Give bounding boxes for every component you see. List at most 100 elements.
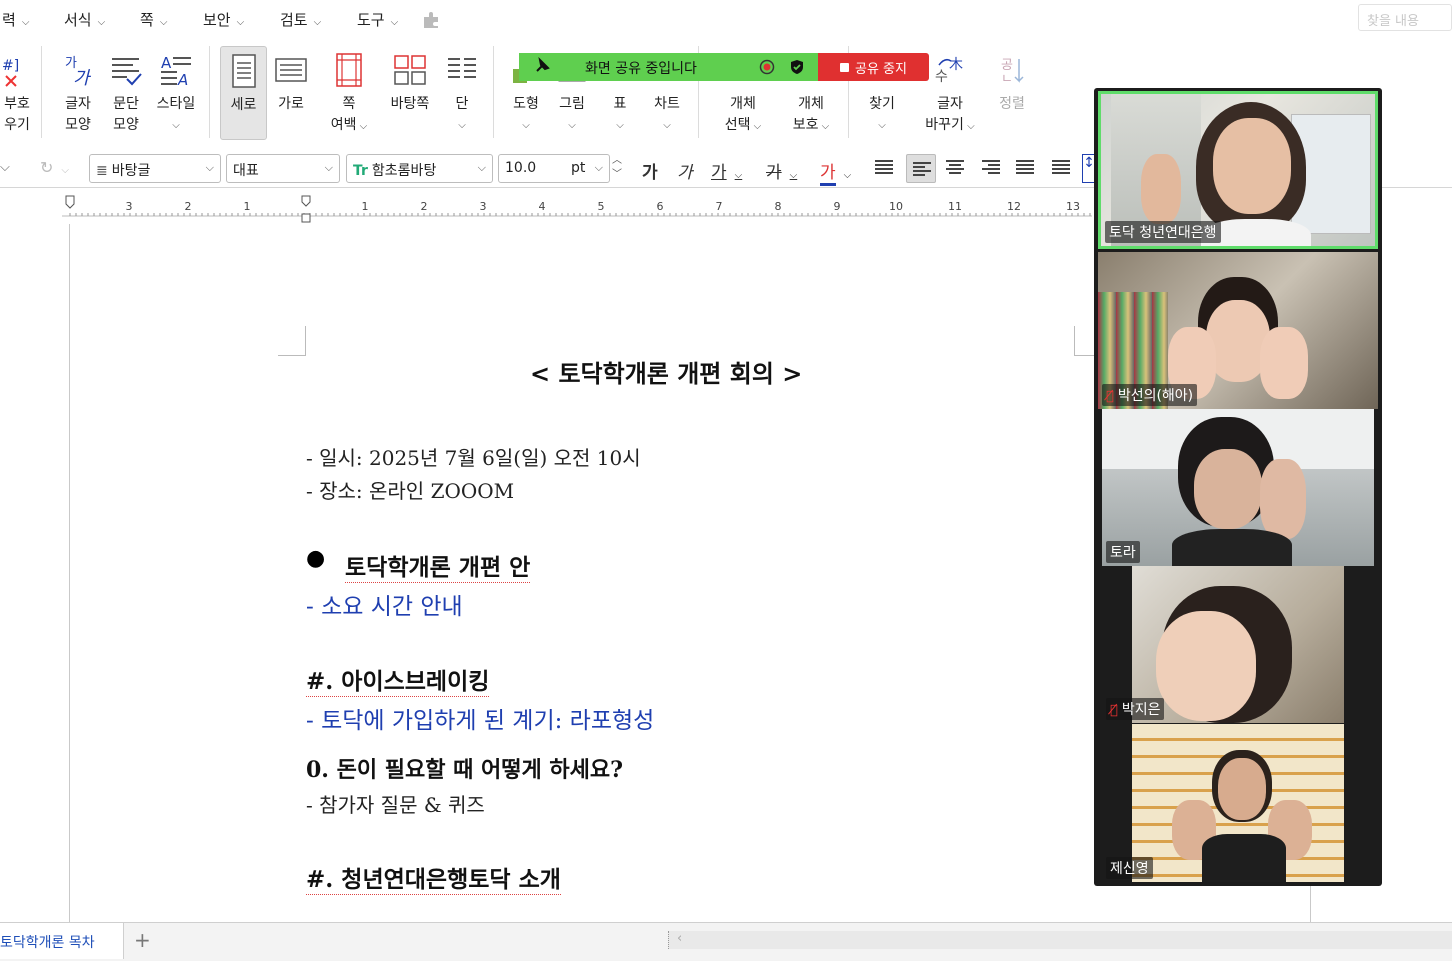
underline-button[interactable]: 가 ⌵ xyxy=(711,158,742,183)
undo-dropdown[interactable]: ⌵ xyxy=(0,160,10,175)
chevron-down-icon: ⌵ xyxy=(878,120,886,131)
document-title: < 토닥학개론 개편 회의 > xyxy=(530,359,803,388)
font-color-button[interactable]: 가 ⌵ xyxy=(820,158,851,186)
chevron-down-icon: ⌵ xyxy=(236,17,245,28)
ruler-tick-label: 6 xyxy=(657,200,664,213)
menu-security[interactable]: 보안 ⌵ xyxy=(203,9,244,30)
redo-icon[interactable]: ↻ ⌵ xyxy=(40,158,69,177)
question-heading: 0. 돈이 필요할 때 어떻게 하세요? xyxy=(306,757,624,783)
object-select-label-1: 개체 xyxy=(730,96,756,112)
page-margin-label-1: 쪽 xyxy=(342,96,356,112)
svg-text:공: 공 xyxy=(1001,58,1013,73)
participant-name: 🎙̸ 박지은 xyxy=(1106,698,1165,720)
ruler-tick-label: 2 xyxy=(421,200,428,213)
margin-corner-mark xyxy=(278,326,306,356)
find-input[interactable]: 찾을 내용 xyxy=(1358,4,1452,31)
chevron-down-icon: ⌵ xyxy=(477,161,486,174)
style-select[interactable]: ≣ 바탕글 ⌵ xyxy=(89,154,221,183)
page-margin-button[interactable]: 쪽 여백 ⌵ xyxy=(326,46,372,142)
video-tile[interactable]: 토라 xyxy=(1102,409,1374,566)
italic-button[interactable]: 가 xyxy=(677,158,693,183)
ruler-tick-label: 1 xyxy=(244,200,251,213)
sort-button[interactable]: 공ㄴ 정렬 xyxy=(990,46,1034,142)
ruler-tick-label: 1 xyxy=(362,200,369,213)
style-button[interactable]: AA 스타일 ⌵ xyxy=(152,46,200,142)
para-shape-icon xyxy=(104,46,148,94)
participant-hand xyxy=(1260,459,1306,539)
stop-share-button[interactable]: 공유 중지 xyxy=(818,53,929,81)
horizontal-scrollbar[interactable]: ‹ xyxy=(668,931,1452,949)
ruler-tick-label: 4 xyxy=(539,200,546,213)
participant-name-text: 박지은 xyxy=(1121,702,1161,718)
share-status[interactable]: 화면 공유 중입니다 xyxy=(519,53,818,81)
align-right-button[interactable] xyxy=(981,158,1001,181)
menu-format[interactable]: 서식 ⌵ xyxy=(64,9,105,30)
replace-label-2: 바꾸기 xyxy=(925,117,964,133)
char-shape-button[interactable]: 가가 글자 모양 xyxy=(56,46,100,142)
object-select-label-2: 선택 xyxy=(724,117,751,133)
menu-bar: 력 ⌵ 서식 ⌵ 쪽 ⌵ 보안 ⌵ 검토 ⌵ 도구 ⌵ 찾을 내용 xyxy=(0,0,1452,38)
font-select[interactable]: Tr 함초롬바탕 ⌵ xyxy=(346,154,493,183)
share-status-text: 화면 공유 중입니다 xyxy=(585,61,697,77)
video-tile[interactable]: 토닥 청년연대은행 xyxy=(1098,91,1378,249)
horizontal-orientation-button[interactable]: 가로 xyxy=(270,46,312,142)
participant-hand xyxy=(1260,327,1308,399)
video-tile[interactable]: 🎙̸ 박선의(해아) xyxy=(1098,252,1378,409)
align-left-button[interactable] xyxy=(906,154,936,183)
style-icon: AA xyxy=(152,46,200,94)
symbol-erase-button[interactable]: #] 부호 우기 xyxy=(0,46,34,142)
menu-tools[interactable]: 도구 ⌵ xyxy=(357,9,398,30)
align-center-button[interactable] xyxy=(945,158,965,181)
para-shape-label-1: 문단 xyxy=(113,96,139,112)
page-margin-icon xyxy=(326,46,372,94)
svg-text:가: 가 xyxy=(73,68,92,88)
symbol-label-1: 부호 xyxy=(4,96,30,112)
date-line: - 일시: 2025년 7월 6일(일) 오전 10시 xyxy=(306,446,641,470)
vertical-orientation-button[interactable]: 세로 xyxy=(220,46,267,140)
svg-text:木: 木 xyxy=(949,57,963,73)
svg-text:ㄴ: ㄴ xyxy=(1001,72,1013,87)
font-size-stepper[interactable]: ︿ ﹀ xyxy=(612,154,622,182)
paragraph-style-icon: ≣ xyxy=(96,163,108,179)
video-panel: 토닥 청년연대은행 🎙̸ 박선의(해아) 토라 🎙̸ 박지은 제신영 xyxy=(1094,88,1382,886)
video-tile[interactable]: 🎙̸ 박지은 xyxy=(1102,566,1374,723)
left-margin-marker xyxy=(65,195,75,209)
underline-glyph: 가 xyxy=(711,163,727,183)
question-subtext: - 참가자 질문 & 퀴즈 xyxy=(306,793,485,817)
font-select-value: 함초롬바탕 xyxy=(371,163,437,179)
find-label: 찾기 xyxy=(869,96,895,112)
language-select-value: 대표 xyxy=(233,163,259,179)
add-tab-button[interactable]: + xyxy=(134,928,151,952)
distribute-button[interactable] xyxy=(1015,158,1035,181)
shield-icon[interactable] xyxy=(789,59,805,79)
scroll-left-icon[interactable]: ‹ xyxy=(677,931,682,946)
puzzle-icon[interactable] xyxy=(421,9,443,33)
tab-document[interactable]: 토닥학개론 목차 xyxy=(0,923,124,959)
chevron-down-icon: ⌵ xyxy=(21,17,30,28)
sheet-tab-bar: 토닥학개론 목차 + ‹ xyxy=(0,922,1452,961)
column-button[interactable]: 단 ⌵ xyxy=(442,46,482,142)
object-protect-label-1: 개체 xyxy=(798,96,824,112)
columns-icon xyxy=(442,46,482,94)
master-page-icon xyxy=(384,46,436,94)
strikethrough-button[interactable]: 가 ⌵ xyxy=(766,158,797,183)
menu-page[interactable]: 쪽 ⌵ xyxy=(140,9,167,30)
split-distribute-button[interactable] xyxy=(1051,158,1071,181)
chevron-down-icon: ⌵ xyxy=(750,121,762,132)
font-size-input[interactable]: 10.0 pt ⌵ xyxy=(498,154,610,183)
participant-face xyxy=(1213,118,1291,214)
menu-review[interactable]: 검토 ⌵ xyxy=(280,9,321,30)
chevron-down-icon: ⌵ xyxy=(818,121,830,132)
video-tile[interactable]: 제신영 xyxy=(1102,724,1374,882)
ruler-tick-label: 3 xyxy=(480,200,487,213)
language-select[interactable]: 대표 ⌵ xyxy=(226,154,340,183)
master-page-button[interactable]: 바탕쪽 xyxy=(384,46,436,142)
para-shape-button[interactable]: 문단 모양 xyxy=(104,46,148,142)
record-icon[interactable] xyxy=(759,59,775,79)
bold-button[interactable]: 가 xyxy=(642,158,658,183)
menu-input[interactable]: 력 ⌵ xyxy=(2,9,29,30)
horizontal-ruler[interactable]: 3 2 1 1 2 3 4 5 6 7 8 9 10 11 12 13 xyxy=(62,194,1092,224)
pin-icon xyxy=(533,56,551,79)
mic-muted-icon: 🎙̸ xyxy=(1110,703,1118,718)
align-justify-button[interactable] xyxy=(874,158,894,181)
